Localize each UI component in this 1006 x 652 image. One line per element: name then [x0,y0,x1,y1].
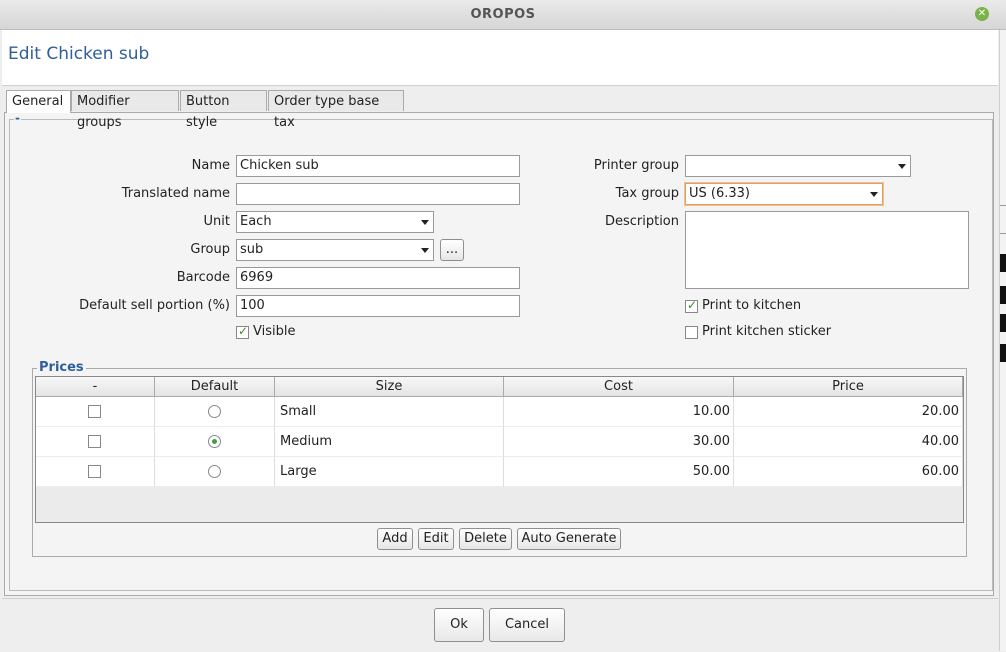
tax-group-label: Tax group [615,186,679,201]
tab-button-style[interactable]: Button style [180,90,267,130]
row-size-cell[interactable]: Large [275,457,504,487]
group-title: - [14,111,21,125]
edit-button[interactable]: Edit [418,528,454,550]
row-price-cell[interactable]: 40.00 [734,427,963,457]
ok-button[interactable]: Ok [434,608,484,642]
visible-checkbox[interactable] [236,324,249,339]
printer-group-select[interactable] [685,155,911,177]
translated-name-label: Translated name [121,186,230,201]
background-window-edge [999,30,1006,651]
row-cost-cell[interactable]: 30.00 [504,427,734,457]
tax-group-select[interactable]: US (6.33) [685,183,883,205]
print-to-kitchen-checkbox[interactable] [685,298,698,313]
chevron-down-icon [898,164,906,169]
edge-bar [1000,286,1006,304]
row-select-checkbox[interactable] [88,435,101,448]
tax-group-value: US (6.33) [689,186,750,201]
unit-select[interactable]: Each [236,211,434,233]
edge-bar [1000,254,1006,272]
delete-button[interactable]: Delete [459,528,512,550]
portion-field[interactable]: 100 [236,295,520,317]
column-header-cost[interactable]: Cost [504,377,734,397]
translated-name-field[interactable] [236,183,520,205]
column-header-select[interactable]: - [36,377,155,397]
edge-line [1000,205,1006,206]
cancel-button[interactable]: Cancel [489,608,565,642]
group-label: Group [190,242,230,257]
window-title: OROPOS [470,7,536,22]
page-title: Edit Chicken sub [8,44,150,64]
group-select[interactable]: sub [236,239,434,261]
barcode-label: Barcode [176,270,230,285]
column-header-size[interactable]: Size [275,377,504,397]
name-field[interactable]: Chicken sub [236,155,520,177]
printer-group-label: Printer group [593,158,679,173]
row-cost-cell[interactable]: 50.00 [504,457,734,487]
print-kitchen-sticker-label: Print kitchen sticker [702,324,832,339]
tab-order-type-base-tax[interactable]: Order type base tax [268,90,404,130]
tab-general[interactable]: General [6,90,71,113]
row-default-radio[interactable] [208,465,221,478]
print-to-kitchen-label: Print to kitchen [702,298,802,313]
group-more-button[interactable]: ... [440,239,464,261]
column-header-default[interactable]: Default [155,377,275,397]
row-select-checkbox[interactable] [88,405,101,418]
auto-generate-button[interactable]: Auto Generate [517,528,621,550]
dialog-header: Edit Chicken sub [2,30,998,86]
tab-modifier-groups[interactable]: Modifier groups [71,90,179,130]
row-default-radio[interactable] [208,405,221,418]
row-cost-cell[interactable]: 10.00 [504,397,734,427]
chevron-down-icon [421,248,429,253]
description-label: Description [604,214,679,229]
print-kitchen-sticker-checkbox[interactable] [685,326,698,339]
chevron-down-icon [421,220,429,225]
column-header-price[interactable]: Price [734,377,963,397]
chevron-down-icon [870,192,878,197]
description-field[interactable] [685,211,969,289]
portion-label: Default sell portion (%) [79,298,230,313]
row-select-checkbox[interactable] [88,465,101,478]
close-icon[interactable]: ✕ [975,7,989,21]
row-size-cell[interactable]: Medium [275,427,504,457]
barcode-field[interactable]: 6969 [236,267,520,289]
row-size-cell[interactable]: Small [275,397,504,427]
edge-bar [1000,314,1006,332]
row-price-cell[interactable]: 60.00 [734,457,963,487]
row-default-radio[interactable] [208,435,221,448]
unit-label: Unit [203,214,230,229]
row-price-cell[interactable]: 20.00 [734,397,963,427]
unit-value: Each [240,214,272,229]
edge-bar [1000,344,1006,362]
name-label: Name [191,158,230,173]
add-button[interactable]: Add [377,528,413,550]
edge-line [1000,233,1006,234]
prices-title: Prices [37,360,86,375]
group-value: sub [240,242,264,257]
window-titlebar: OROPOS ✕ [0,0,1006,30]
visible-label: Visible [253,324,296,339]
